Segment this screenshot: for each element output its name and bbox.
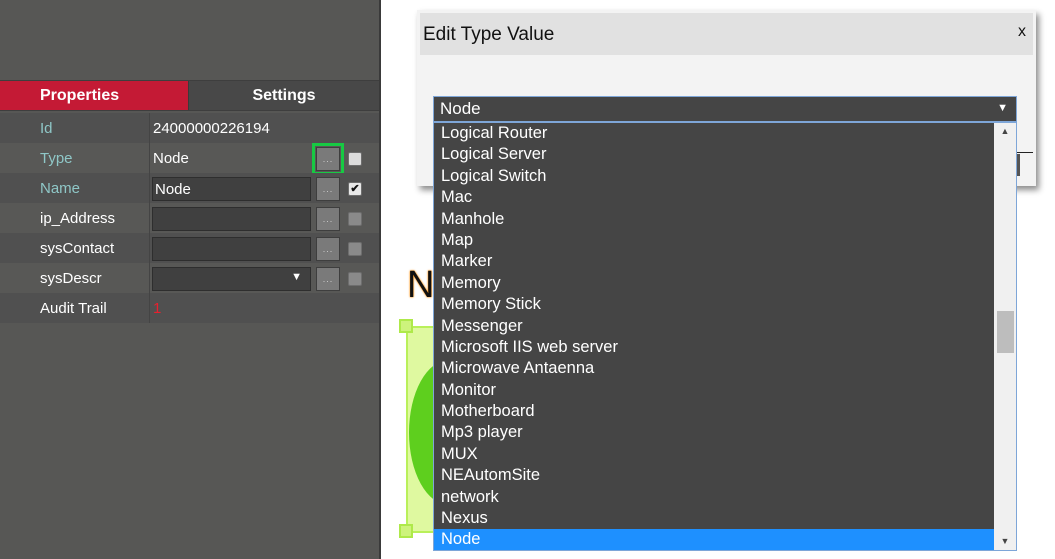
tab-properties[interactable]: Properties	[0, 81, 188, 110]
property-row-name: Name Node ... ✔	[0, 173, 379, 203]
ip-address-checkbox[interactable]	[348, 212, 362, 226]
dropdown-option[interactable]: Node	[434, 529, 994, 550]
dropdown-option[interactable]: Marker	[434, 251, 994, 272]
node-label: N	[407, 264, 435, 306]
dropdown-option[interactable]: MUX	[434, 444, 994, 465]
dropdown-option[interactable]: NEAutomSite	[434, 465, 994, 486]
dropdown-option[interactable]: Microsoft IIS web server	[434, 337, 994, 358]
sysdescr-edit-button[interactable]: ...	[316, 267, 340, 291]
dropdown-option[interactable]: Logical Server	[434, 144, 994, 165]
dropdown-option[interactable]: Messenger	[434, 316, 994, 337]
dropdown-option[interactable]: Map	[434, 230, 994, 251]
property-label: Id	[0, 113, 150, 143]
type-edit-button[interactable]: ...	[312, 143, 344, 175]
dropdown-option[interactable]: Memory Stick	[434, 294, 994, 315]
name-input[interactable]: Node	[152, 177, 311, 201]
dialog-title: Edit Type Value	[423, 24, 555, 45]
property-label: Name	[0, 173, 150, 203]
property-row-sysdescr: sysDescr ▼ ...	[0, 263, 379, 293]
property-row-audit-trail: Audit Trail 1	[0, 293, 379, 323]
scroll-up-icon[interactable]: ▲	[994, 123, 1016, 140]
property-label: sysDescr	[0, 263, 150, 293]
type-options-list: Logical Router Logical Server Logical Swit…	[433, 122, 1017, 551]
id-value: 24000000226194	[153, 119, 270, 137]
dropdown-option[interactable]: Logical Router	[434, 123, 994, 144]
name-checkbox[interactable]: ✔	[348, 182, 362, 196]
dropdown-option[interactable]: Nexus	[434, 508, 994, 529]
sysdescr-checkbox[interactable]	[348, 272, 362, 286]
sysdescr-select[interactable]: ▼	[152, 267, 311, 291]
dropdown-option[interactable]: Memory	[434, 273, 994, 294]
chevron-down-icon: ▼	[291, 271, 302, 283]
syscontact-checkbox[interactable]	[348, 242, 362, 256]
close-icon[interactable]: x	[1018, 23, 1026, 41]
dropdown-option[interactable]: Microwave Antaenna	[434, 358, 994, 379]
property-row-id: Id 24000000226194	[0, 113, 379, 143]
resize-handle-bottom-left[interactable]	[399, 524, 413, 538]
scrollbar[interactable]: ▲ ▼	[994, 123, 1016, 550]
scroll-down-icon[interactable]: ▼	[994, 533, 1016, 550]
dropdown-option[interactable]: Logical Switch	[434, 166, 994, 187]
panel-tabs: Properties Settings	[0, 80, 379, 111]
properties-table: Id 24000000226194 Type Node ... Name Nod…	[0, 113, 379, 323]
dropdown-option[interactable]: Mac	[434, 187, 994, 208]
tab-settings[interactable]: Settings	[188, 81, 379, 110]
dropdown-option[interactable]: network	[434, 487, 994, 508]
type-value: Node	[153, 149, 189, 167]
dropdown-option[interactable]: Monitor	[434, 380, 994, 401]
dropdown-option[interactable]: Motherboard	[434, 401, 994, 422]
dropdown-option[interactable]: Mp3 player	[434, 422, 994, 443]
type-select-value: Node	[440, 99, 481, 118]
syscontact-input[interactable]	[152, 237, 311, 261]
dropdown-option[interactable]: Manhole	[434, 209, 994, 230]
dialog-header: Edit Type Value x	[420, 13, 1033, 55]
chevron-down-icon: ▼	[997, 102, 1008, 114]
options-container: Logical Router Logical Server Logical Swit…	[434, 123, 994, 550]
ip-address-input[interactable]	[152, 207, 311, 231]
syscontact-edit-button[interactable]: ...	[316, 237, 340, 261]
property-row-syscontact: sysContact ...	[0, 233, 379, 263]
property-row-ip-address: ip_Address ...	[0, 203, 379, 233]
type-checkbox[interactable]	[348, 152, 362, 166]
scrollbar-thumb[interactable]	[997, 311, 1014, 353]
properties-panel: Properties Settings Id 24000000226194 Ty…	[0, 0, 381, 559]
ip-address-edit-button[interactable]: ...	[316, 207, 340, 231]
property-label: ip_Address	[0, 203, 150, 233]
property-row-type: Type Node ...	[0, 143, 379, 175]
property-label: Type	[0, 143, 150, 173]
dialog-button-partial[interactable]	[1017, 154, 1020, 176]
property-label: sysContact	[0, 233, 150, 263]
property-label: Audit Trail	[0, 293, 150, 323]
audit-trail-value[interactable]: 1	[153, 300, 161, 317]
type-select[interactable]: Node ▼	[433, 96, 1017, 122]
name-edit-button[interactable]: ...	[316, 177, 340, 201]
resize-handle-top-left[interactable]	[399, 319, 413, 333]
